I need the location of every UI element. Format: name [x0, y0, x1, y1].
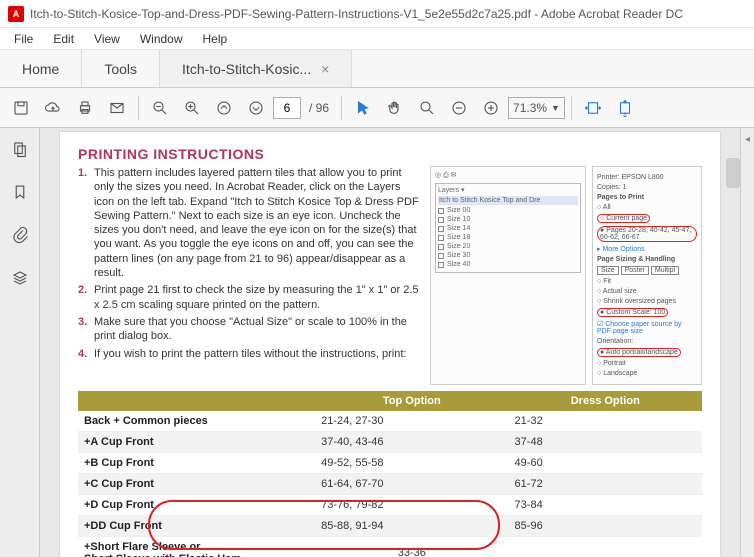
- layers-panel-thumbnail: ◎ ⎙ ✉ Layers ▾ Itch to Stitch Kosice Top…: [430, 166, 586, 385]
- window-title: Itch-to-Stitch-Kosice-Top-and-Dress-PDF-…: [30, 7, 683, 21]
- separator: [341, 96, 342, 120]
- zoom-out-icon[interactable]: [145, 93, 175, 123]
- print-icon[interactable]: [70, 93, 100, 123]
- table-header: Top Option: [315, 391, 508, 411]
- row-dress: 85-96: [509, 516, 702, 537]
- save-icon[interactable]: [6, 93, 36, 123]
- cloud-upload-icon[interactable]: [38, 93, 68, 123]
- separator: [138, 96, 139, 120]
- row-dress: 21-32: [509, 411, 702, 432]
- list-text: Print page 21 first to check the size by…: [94, 283, 420, 312]
- row-label: +Short Flare Sleeve or Short Sleeve with…: [78, 537, 315, 557]
- selection-arrow-icon[interactable]: [348, 93, 378, 123]
- workspace: PRINTING INSTRUCTIONS 1.This pattern inc…: [0, 128, 754, 557]
- list-text: This pattern includes layered pattern ti…: [94, 166, 420, 280]
- row-top: 49-52, 55-58: [315, 453, 508, 474]
- chevron-left-icon[interactable]: ◂: [745, 134, 750, 145]
- row-dress: 73-84: [509, 495, 702, 516]
- list-text: If you wish to print the pattern tiles w…: [94, 347, 420, 361]
- separator: [571, 96, 572, 120]
- row-label: +B Cup Front: [78, 453, 315, 474]
- list-number: 4.: [78, 347, 94, 361]
- left-sidebar: [0, 128, 40, 557]
- right-tools-rail[interactable]: ◂: [740, 128, 754, 557]
- row-label: +D Cup Front: [78, 495, 315, 516]
- plus-icon[interactable]: [476, 93, 506, 123]
- tab-home[interactable]: Home: [0, 50, 82, 87]
- vertical-scrollbar[interactable]: [726, 158, 740, 188]
- zoom-tool-icon[interactable]: [412, 93, 442, 123]
- page-range-table: Top Option Dress Option Back + Common pi…: [78, 391, 702, 557]
- menu-window[interactable]: Window: [130, 30, 193, 48]
- page-heading: PRINTING INSTRUCTIONS: [78, 146, 702, 162]
- window-titlebar: A Itch-to-Stitch-Kosice-Top-and-Dress-PD…: [0, 0, 754, 28]
- menu-file[interactable]: File: [4, 30, 43, 48]
- row-top: 21-24, 27-30: [315, 411, 508, 432]
- row-label: +A Cup Front: [78, 432, 315, 453]
- toolbar: / 96 71.3%▼: [0, 88, 754, 128]
- page-down-icon[interactable]: [241, 93, 271, 123]
- tab-bar: Home Tools Itch-to-Stitch-Kosic... ×: [0, 50, 754, 88]
- menu-view[interactable]: View: [84, 30, 130, 48]
- list-number: 2.: [78, 283, 94, 312]
- minus-icon[interactable]: [444, 93, 474, 123]
- page-number-input[interactable]: [273, 97, 301, 119]
- document-viewport[interactable]: PRINTING INSTRUCTIONS 1.This pattern inc…: [40, 128, 740, 557]
- row-top: 73-76, 79-82: [315, 495, 508, 516]
- hand-icon[interactable]: [380, 93, 410, 123]
- print-dialog-thumbnail: Printer: EPSON L800 Copies: 1 Pages to P…: [592, 166, 702, 385]
- row-label: +DD Cup Front: [78, 516, 315, 537]
- tab-document[interactable]: Itch-to-Stitch-Kosic... ×: [160, 50, 352, 87]
- thumbnails-icon[interactable]: [11, 140, 29, 161]
- layers-icon[interactable]: [11, 269, 29, 290]
- list-number: 3.: [78, 315, 94, 344]
- zoom-level[interactable]: 71.3%▼: [508, 97, 565, 119]
- row-label: +C Cup Front: [78, 474, 315, 495]
- app-icon: A: [8, 6, 24, 22]
- tab-close-icon[interactable]: ×: [321, 61, 329, 77]
- menu-help[interactable]: Help: [193, 30, 238, 48]
- instruction-list: 1.This pattern includes layered pattern …: [78, 166, 420, 361]
- page-total: / 96: [309, 101, 329, 115]
- bookmark-icon[interactable]: [11, 183, 29, 204]
- fit-page-icon[interactable]: [610, 93, 640, 123]
- row-top: 61-64, 67-70: [315, 474, 508, 495]
- email-icon[interactable]: [102, 93, 132, 123]
- row-dress: 37-48: [509, 432, 702, 453]
- zoom-in-icon[interactable]: [177, 93, 207, 123]
- page-up-icon[interactable]: [209, 93, 239, 123]
- row-label: Back + Common pieces: [78, 411, 315, 432]
- tab-document-label: Itch-to-Stitch-Kosic...: [182, 61, 311, 77]
- row-dress: 49-60: [509, 453, 702, 474]
- table-header: Dress Option: [509, 391, 702, 411]
- list-number: 1.: [78, 166, 94, 280]
- tab-tools[interactable]: Tools: [82, 50, 160, 87]
- row-dress: [509, 537, 702, 557]
- row-top: 85-88, 91-94: [315, 516, 508, 537]
- attachment-icon[interactable]: [11, 226, 29, 247]
- pdf-page: PRINTING INSTRUCTIONS 1.This pattern inc…: [60, 132, 720, 557]
- menu-edit[interactable]: Edit: [43, 30, 84, 48]
- chevron-down-icon: ▼: [551, 103, 560, 113]
- table-header: [78, 391, 315, 411]
- menu-bar: File Edit View Window Help: [0, 28, 754, 50]
- fit-width-icon[interactable]: [578, 93, 608, 123]
- row-top: 33-36: [315, 537, 508, 557]
- list-text: Make sure that you choose "Actual Size" …: [94, 315, 420, 344]
- row-top: 37-40, 43-46: [315, 432, 508, 453]
- row-dress: 61-72: [509, 474, 702, 495]
